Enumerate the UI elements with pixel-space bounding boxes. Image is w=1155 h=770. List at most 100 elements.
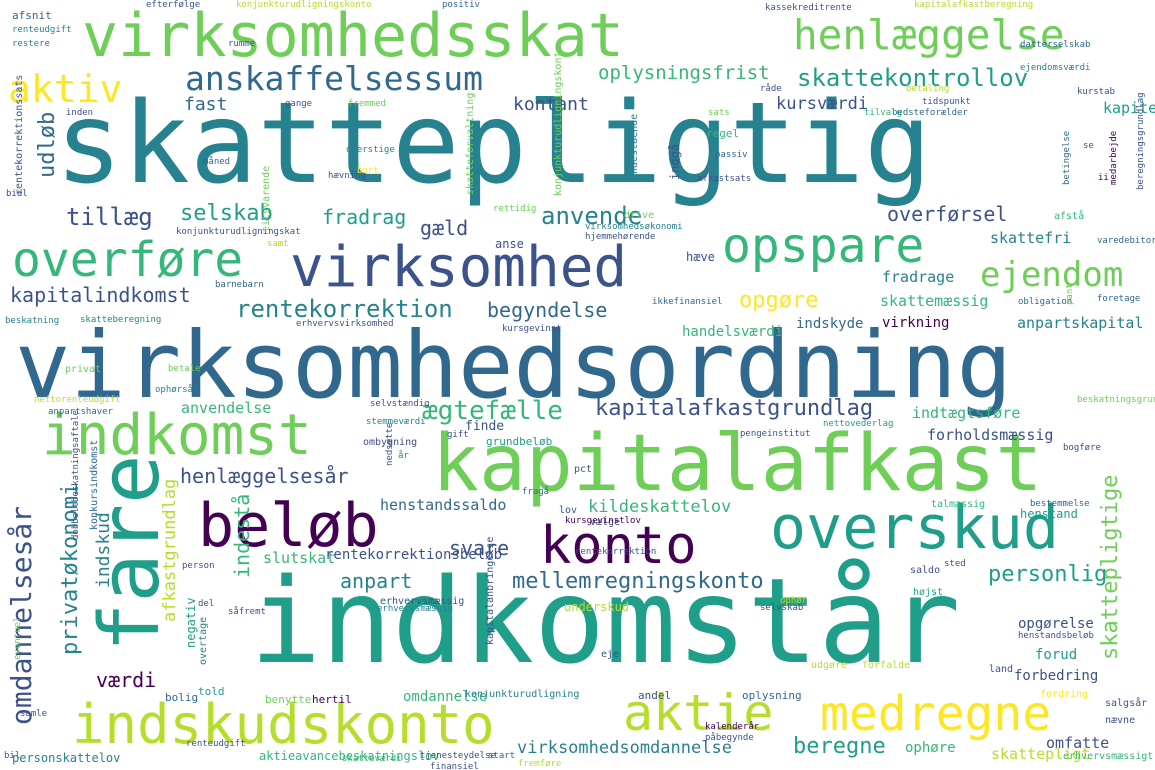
cloud-word: nettovederlag: [823, 419, 894, 429]
cloud-word: ii: [1098, 173, 1109, 183]
cloud-word: virksomhedsøkonomi: [585, 222, 683, 232]
cloud-word: samt: [267, 239, 289, 249]
cloud-word: drive: [624, 210, 655, 221]
cloud-word: tjenesteydelse: [420, 751, 496, 761]
cloud-word: udgøre: [811, 660, 848, 671]
cloud-word: virkning: [882, 315, 950, 331]
cloud-word: efterfølge: [146, 0, 201, 10]
cloud-word: bolig: [165, 691, 199, 704]
cloud-word: virksomhed: [290, 235, 628, 300]
cloud-word: betingelse: [1062, 130, 1072, 185]
cloud-word: betaling: [906, 84, 950, 94]
cloud-word: regel: [706, 127, 740, 140]
cloud-word: foretage: [1097, 294, 1141, 304]
cloud-word: kontant: [513, 94, 589, 115]
cloud-word: bidl: [6, 189, 28, 199]
cloud-word: ophør: [780, 596, 808, 606]
cloud-word: selskab: [180, 201, 273, 226]
cloud-word: kildeskattelov: [588, 497, 732, 517]
cloud-word: måned: [203, 157, 231, 167]
cloud-word: opspare: [722, 218, 925, 274]
cloud-word: betale: [168, 364, 201, 374]
cloud-word: opgøre: [739, 288, 819, 313]
cloud-word: kurstab: [1077, 87, 1115, 97]
cloud-word: skattefri: [990, 229, 1072, 247]
cloud-word: ophørsår: [155, 385, 199, 395]
cloud-word: aktiv: [8, 67, 123, 111]
cloud-word: personskattelov: [12, 751, 121, 765]
cloud-word: rentekorrektionssats: [14, 74, 25, 195]
cloud-word: erhvervsmæssig: [377, 604, 453, 614]
cloud-word: salgsår: [1105, 698, 1148, 709]
cloud-word: erhvervsvirksomhed: [296, 319, 394, 329]
word-cloud: skattepligtig virksomhedsordning indkoms…: [0, 0, 1155, 770]
cloud-word: kapitalafkastberegning: [914, 0, 1034, 10]
cloud-word: oplysningsfrist: [598, 62, 770, 84]
cloud-word: anse: [495, 237, 524, 251]
cloud-word: sted: [944, 559, 966, 569]
cloud-word: dobbeltbeskatningsaftale: [71, 409, 81, 540]
cloud-word: mellemregningskonto: [512, 569, 764, 594]
cloud-word: medarbejde: [1109, 130, 1119, 185]
cloud-word: del: [198, 599, 215, 609]
cloud-word: nedsætte: [385, 422, 395, 466]
cloud-word: privat: [65, 364, 102, 375]
cloud-word: forholdsmæssig: [927, 426, 1054, 444]
cloud-word: renteudgift: [12, 25, 72, 35]
cloud-word: handelsværdi: [682, 324, 784, 340]
cloud-word: rentekorrektionsbeløb: [325, 547, 503, 563]
cloud-word: virksomhedsomdannelse: [517, 738, 732, 758]
cloud-word: skatteværdi: [342, 754, 402, 764]
cloud-word: fremføre: [518, 759, 562, 769]
cloud-word: start: [488, 751, 516, 761]
cloud-word: bedsteforælder: [892, 108, 968, 118]
cloud-word: overskud: [770, 493, 1059, 563]
cloud-word: henstandssaldo: [380, 496, 507, 514]
cloud-word: ophøre: [905, 740, 956, 756]
cloud-word: indtægtsføre: [912, 404, 1021, 422]
cloud-word: afsnit: [12, 9, 52, 22]
cloud-word: anpartskapital: [1017, 314, 1144, 332]
cloud-word: overføre: [12, 232, 244, 288]
cloud-word: gæld: [420, 216, 469, 240]
cloud-word: fast: [184, 94, 228, 115]
cloud-word: bestemmelse: [1030, 499, 1090, 509]
cloud-word: bil: [4, 751, 21, 761]
cloud-word: beregningsgrundlag: [1136, 92, 1146, 190]
cloud-word: omdannelsesår: [5, 505, 38, 725]
cloud-word: rettidig: [493, 204, 537, 214]
cloud-word: selvstændig: [370, 399, 430, 409]
cloud-word: kursgevinst: [502, 324, 562, 334]
cloud-word: fordring: [1040, 689, 1089, 700]
cloud-word: kapitalafkastgrundlag: [595, 396, 874, 421]
cloud-word: rentekorrektion: [575, 547, 657, 557]
cloud-word: stemmeværdi: [366, 417, 426, 427]
cloud-word: tilsvarende: [261, 165, 272, 232]
cloud-word: positiv: [442, 0, 480, 10]
cloud-word: år: [398, 451, 409, 461]
cloud-word: afstå: [1054, 211, 1085, 222]
cloud-word: underskud: [564, 600, 630, 614]
cloud-word: virksomhedsskat: [82, 1, 624, 71]
cloud-word: land: [989, 664, 1014, 675]
cloud-word: afkastgrundlag: [160, 478, 180, 622]
cloud-word: renteudgift: [186, 739, 246, 749]
cloud-word: forud: [1035, 647, 1078, 663]
cloud-word: barnebarn: [215, 280, 264, 290]
cloud-word: tidspunkt: [922, 97, 971, 107]
cloud-word: grundbeløb: [486, 435, 553, 448]
cloud-word: kapitel: [1103, 99, 1155, 117]
cloud-word: tilvalg: [864, 108, 902, 118]
cloud-word: konjunkturudligningskonto: [553, 45, 564, 196]
cloud-word: afkastsats: [697, 174, 752, 184]
cloud-word: inden: [66, 108, 94, 118]
cloud-word: skattemæssig: [880, 292, 989, 310]
cloud-word: fradrage: [882, 268, 955, 286]
cloud-word: passiv: [715, 150, 748, 160]
cloud-word: ejendom: [980, 255, 1124, 295]
cloud-word: hjemmehørende: [585, 232, 656, 242]
cloud-word: forfalde: [862, 660, 911, 671]
cloud-word: medregne: [820, 686, 1052, 742]
cloud-word: indskudskonto: [72, 693, 495, 756]
cloud-word: anskaffelsessum: [185, 59, 484, 98]
